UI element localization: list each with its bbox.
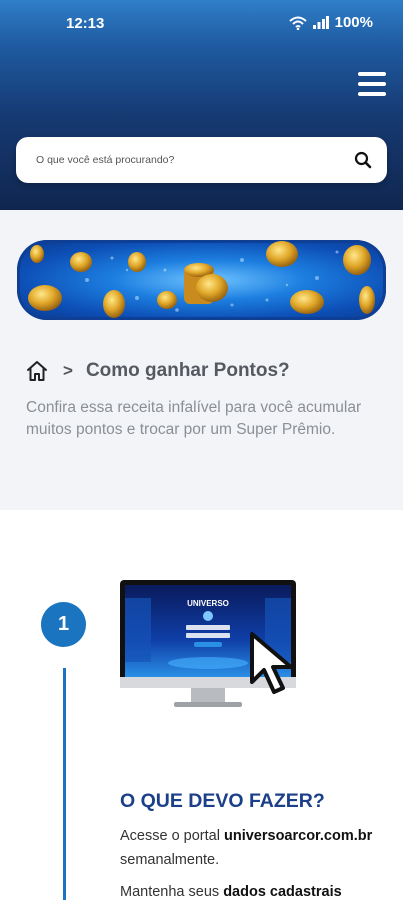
step-timeline-line <box>63 668 66 900</box>
search-bar <box>16 137 387 183</box>
instruction-text: Acesse o portal <box>120 828 224 844</box>
home-icon[interactable] <box>25 359 49 383</box>
signal-icon <box>312 16 329 29</box>
breadcrumb: > Como ganhar Pontos? <box>25 359 290 383</box>
search-input[interactable] <box>36 137 336 183</box>
status-indicators: 100% <box>288 14 373 31</box>
steps-section: 1 UNIVERSO O QUE DEVO FAZER? Acesse o po… <box>0 510 403 900</box>
portal-link-text[interactable]: universoarcor.com.br <box>224 828 372 844</box>
instruction-paragraph-1: Acesse o portal universoarcor.com.br sem… <box>120 824 390 872</box>
app-header: 12:13 100% <box>0 0 403 210</box>
instruction-bold-text: dados cadastrais <box>223 884 342 900</box>
hamburger-menu-icon[interactable] <box>358 72 386 98</box>
instruction-paragraph-2: Mantenha seus dados cadastrais <box>120 880 390 900</box>
points-banner[interactable] <box>17 240 386 320</box>
search-icon[interactable] <box>353 150 373 170</box>
intro-section: > Como ganhar Pontos? Confira essa recei… <box>0 210 403 510</box>
wifi-icon <box>288 16 307 30</box>
page-subtitle: Confira essa receita infalível para você… <box>26 399 362 438</box>
status-bar: 12:13 100% <box>0 0 403 46</box>
computer-portal-illustration: UNIVERSO <box>120 580 296 707</box>
gold-coins-illustration <box>28 241 375 318</box>
instruction-text: Mantenha seus <box>120 884 224 900</box>
breadcrumb-separator: > <box>63 361 73 380</box>
step-number-badge: 1 <box>41 602 86 647</box>
page-title: Como ganhar Pontos? <box>85 360 290 381</box>
instruction-text: semanalmente. <box>120 852 220 868</box>
section-title: O QUE DEVO FAZER? <box>120 790 325 812</box>
battery-level: 100% <box>334 14 373 31</box>
status-time: 12:13 <box>66 15 105 32</box>
portal-logo-text: UNIVERSO <box>187 599 229 608</box>
